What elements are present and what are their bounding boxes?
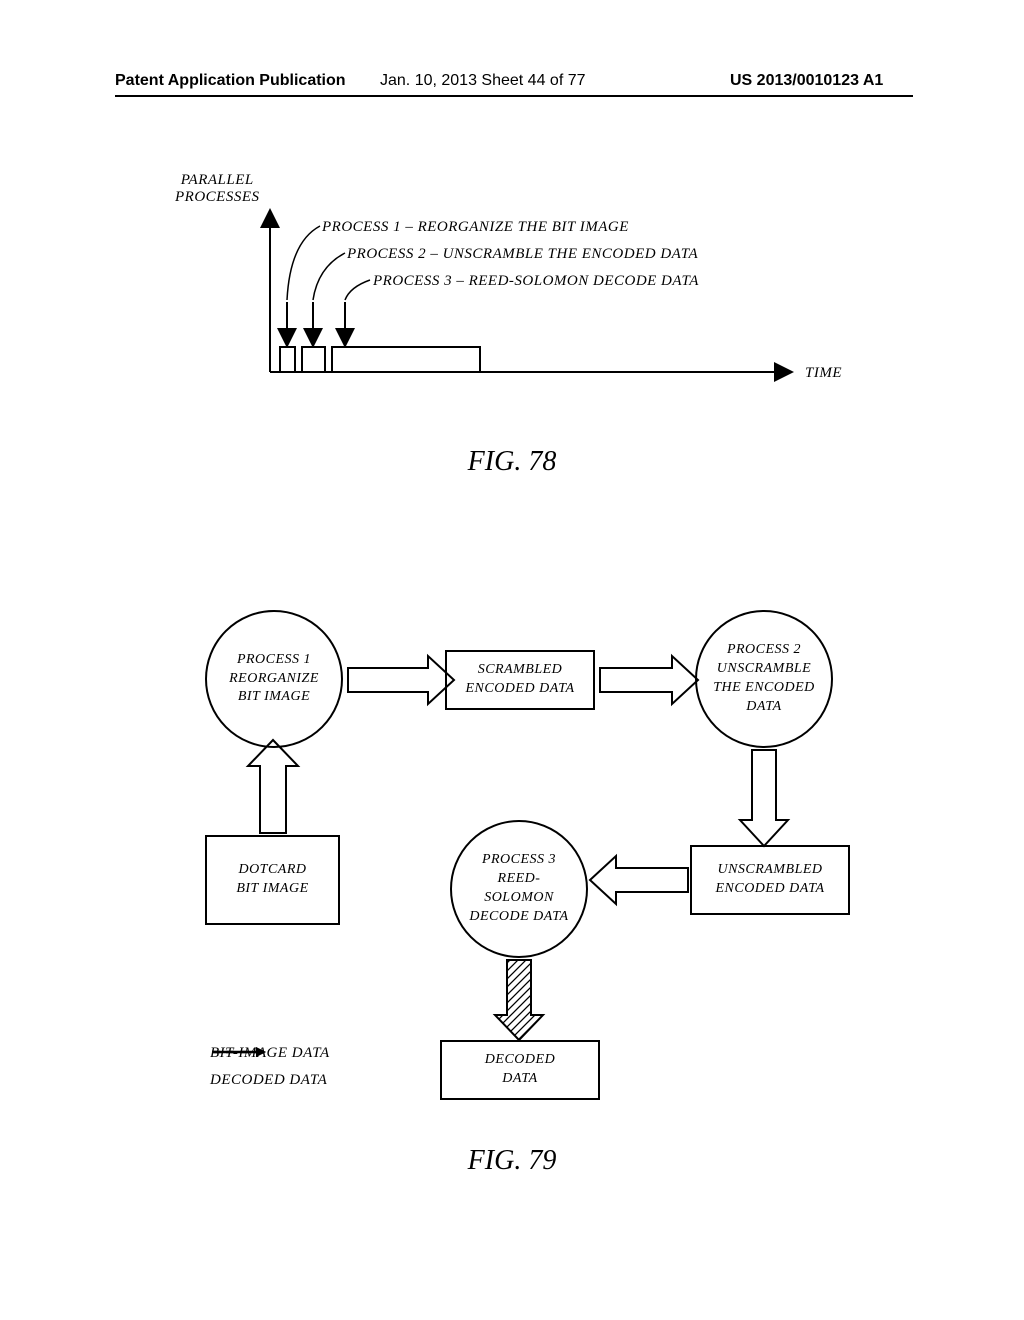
scrambled-encoded-data-node: SCRAMBLED ENCODED DATA bbox=[445, 650, 595, 710]
fig79-caption: FIG. 79 bbox=[0, 1145, 1024, 1177]
p2-line2: UNSCRAMBLE bbox=[717, 661, 811, 676]
fig78-process2-label: PROCESS 2 – UNSCRAMBLE THE ENCODED DATA bbox=[347, 246, 698, 263]
p2-line4: DATA bbox=[746, 699, 781, 714]
decoded-data-node: DECODED DATA bbox=[440, 1040, 600, 1100]
p2-line3: THE ENCODED bbox=[713, 680, 815, 695]
legend-decoded-row: DECODED DATA bbox=[210, 1072, 330, 1089]
unscrambled-line1: UNSCRAMBLED bbox=[717, 862, 822, 877]
process1-node: PROCESS 1 REORGANIZE BIT IMAGE bbox=[205, 610, 343, 748]
dotcard-line1: DOTCARD bbox=[238, 862, 306, 877]
unscrambled-line2: ENCODED DATA bbox=[715, 881, 824, 896]
process2-node: PROCESS 2 UNSCRAMBLE THE ENCODED DATA bbox=[695, 610, 833, 748]
header-rule bbox=[115, 95, 913, 97]
p3-line4: DECODE DATA bbox=[469, 909, 568, 924]
figure-78: PARALLEL PROCESSES PROCESS 1 – REORGANIZ… bbox=[170, 172, 890, 472]
fig79-legend: BIT-IMAGE DATA DECODED DATA bbox=[210, 1045, 330, 1099]
p1-line3: BIT IMAGE bbox=[238, 689, 310, 704]
p3-line3: SOLOMON bbox=[484, 890, 554, 905]
p1-line1: PROCESS 1 bbox=[237, 652, 311, 667]
header-mid: Jan. 10, 2013 Sheet 44 of 77 bbox=[380, 72, 586, 90]
decoded-line2: DATA bbox=[502, 1071, 537, 1086]
scrambled-line2: ENCODED DATA bbox=[465, 681, 574, 696]
fig78-process1-label: PROCESS 1 – REORGANIZE THE BIT IMAGE bbox=[322, 219, 629, 236]
fig78-caption: FIG. 78 bbox=[0, 446, 1024, 478]
scrambled-line1: SCRAMBLED bbox=[478, 662, 563, 677]
dotcard-line2: BIT IMAGE bbox=[236, 881, 308, 896]
dotcard-bit-image-node: DOTCARD BIT IMAGE bbox=[205, 835, 340, 925]
fig78-xlabel: TIME bbox=[805, 365, 842, 382]
legend-dec-label: DECODED DATA bbox=[210, 1072, 327, 1089]
p3-line1: PROCESS 3 bbox=[482, 852, 556, 867]
legend-dashed-arrow-icon bbox=[210, 1045, 268, 1059]
p2-line1: PROCESS 2 bbox=[727, 642, 801, 657]
fig78-ylabel-2: PROCESSES bbox=[175, 189, 260, 205]
fig78-process3-label: PROCESS 3 – REED-SOLOMON DECODE DATA bbox=[373, 273, 699, 290]
figure-79: PROCESS 1 REORGANIZE BIT IMAGE PROCESS 2… bbox=[160, 590, 880, 1130]
fig78-ylabel-1: PARALLEL bbox=[181, 172, 254, 188]
unscrambled-encoded-data-node: UNSCRAMBLED ENCODED DATA bbox=[690, 845, 850, 915]
fig78-ylabel: PARALLEL PROCESSES bbox=[175, 172, 260, 206]
header-right: US 2013/0010123 A1 bbox=[730, 72, 883, 90]
decoded-line1: DECODED bbox=[485, 1052, 555, 1067]
p3-line2: REED- bbox=[498, 871, 541, 886]
process3-node: PROCESS 3 REED- SOLOMON DECODE DATA bbox=[450, 820, 588, 958]
p1-line2: REORGANIZE bbox=[229, 671, 319, 686]
fig78-axes-svg bbox=[170, 172, 890, 412]
header-left: Patent Application Publication bbox=[115, 72, 346, 90]
